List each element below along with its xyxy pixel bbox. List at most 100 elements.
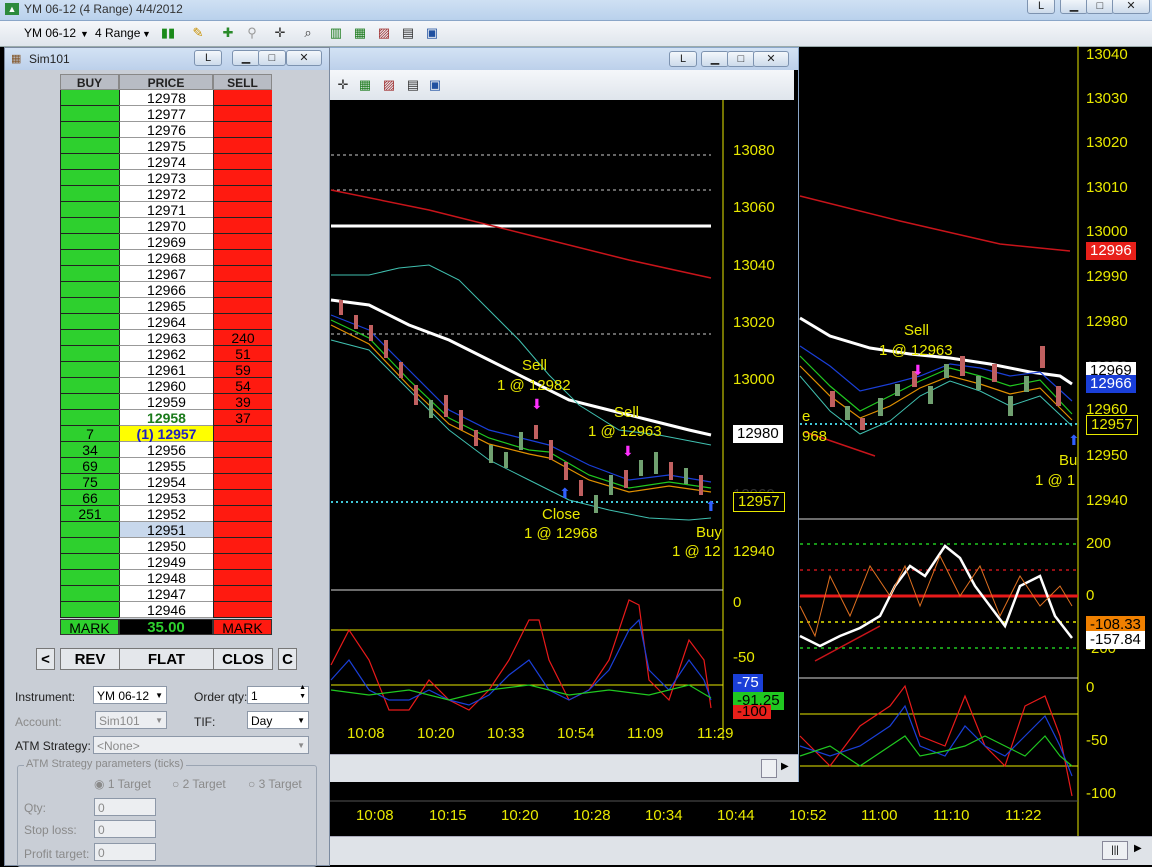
- scroll-right-icon[interactable]: ▶: [781, 761, 789, 772]
- buy-cell[interactable]: [60, 90, 119, 106]
- buy-market-button[interactable]: MARK: [60, 619, 119, 636]
- tif-select[interactable]: Day ▼: [247, 711, 309, 729]
- minimize-button[interactable]: ▁: [232, 50, 260, 66]
- maximize-button[interactable]: □: [727, 51, 755, 67]
- atm-strategy-select[interactable]: <None> ▼: [93, 736, 309, 754]
- chevron-down-icon[interactable]: ▼: [80, 29, 89, 39]
- sell-cell[interactable]: [213, 442, 272, 458]
- buy-cell[interactable]: [60, 122, 119, 138]
- stepper-icon[interactable]: ▲ ▼: [299, 683, 306, 701]
- sell-cell[interactable]: [213, 298, 272, 314]
- sell-cell[interactable]: [213, 554, 272, 570]
- sell-cell[interactable]: [213, 458, 272, 474]
- inner-scrollbar[interactable]: ▶: [329, 754, 798, 782]
- stop-loss-input[interactable]: 0: [94, 820, 156, 838]
- qty-input[interactable]: 0: [94, 798, 156, 816]
- sell-cell[interactable]: [213, 106, 272, 122]
- buy-cell[interactable]: [60, 570, 119, 586]
- sell-cell[interactable]: [213, 314, 272, 330]
- sell-cell[interactable]: 39: [213, 394, 272, 410]
- buy-cell[interactable]: [60, 298, 119, 314]
- back-scrollbar[interactable]: ||| ▶: [330, 836, 1152, 865]
- link-button[interactable]: L: [1027, 0, 1055, 14]
- crosshair-icon[interactable]: ✛: [272, 25, 288, 41]
- sell-cell[interactable]: [213, 602, 272, 618]
- sell-cell[interactable]: [213, 170, 272, 186]
- templates-icon[interactable]: ▤: [400, 25, 416, 41]
- sell-cell[interactable]: [213, 234, 272, 250]
- sell-cell[interactable]: [213, 138, 272, 154]
- buy-cell[interactable]: [60, 266, 119, 282]
- interval-selector[interactable]: 4 Range: [95, 26, 140, 40]
- maximize-button[interactable]: □: [1086, 0, 1114, 14]
- sell-cell[interactable]: [213, 474, 272, 490]
- buy-cell[interactable]: [60, 154, 119, 170]
- buy-cell[interactable]: [60, 362, 119, 378]
- sell-market-button[interactable]: MARK: [213, 619, 272, 636]
- center-button[interactable]: C: [278, 648, 297, 670]
- scroll-left-button[interactable]: <: [36, 648, 55, 670]
- sell-cell[interactable]: [213, 522, 272, 538]
- sell-cell[interactable]: 51: [213, 346, 272, 362]
- strategies-icon[interactable]: ▨: [376, 25, 392, 41]
- sell-cell[interactable]: 240: [213, 330, 272, 346]
- sell-cell[interactable]: 54: [213, 378, 272, 394]
- buy-cell[interactable]: [60, 394, 119, 410]
- properties-icon[interactable]: ▣: [427, 77, 443, 93]
- buy-cell[interactable]: 66: [60, 490, 119, 506]
- buy-cell[interactable]: [60, 170, 119, 186]
- bar-style-icon[interactable]: ▮▮: [160, 25, 176, 41]
- link-button[interactable]: L: [669, 51, 697, 67]
- zoom-out-icon[interactable]: ⚲: [244, 25, 260, 41]
- sell-cell[interactable]: [213, 538, 272, 554]
- crosshair-icon[interactable]: ✛: [335, 77, 351, 93]
- instrument-selector[interactable]: YM 06-12: [24, 26, 76, 40]
- buy-cell[interactable]: [60, 538, 119, 554]
- instrument-select[interactable]: YM 06-12 ▼: [93, 686, 167, 704]
- close-button[interactable]: ✕: [753, 51, 789, 67]
- reverse-button[interactable]: REV: [60, 648, 120, 670]
- minimize-button[interactable]: ▁: [701, 51, 729, 67]
- sell-cell[interactable]: [213, 282, 272, 298]
- buy-cell[interactable]: [60, 330, 119, 346]
- buy-cell[interactable]: 251: [60, 506, 119, 522]
- sell-cell[interactable]: [213, 490, 272, 506]
- sell-cell[interactable]: [213, 218, 272, 234]
- scrollbar-thumb[interactable]: |||: [1102, 841, 1128, 860]
- sell-cell[interactable]: 37: [213, 410, 272, 426]
- zoom-in-icon[interactable]: ✚: [220, 25, 236, 41]
- target1-radio[interactable]: ◉ 1 Target: [94, 777, 151, 791]
- buy-cell[interactable]: 7: [60, 426, 119, 442]
- close-button[interactable]: ✕: [1112, 0, 1150, 14]
- buy-cell[interactable]: 69: [60, 458, 119, 474]
- buy-cell[interactable]: [60, 586, 119, 602]
- flatten-button[interactable]: FLAT: [119, 648, 214, 670]
- account-select[interactable]: Sim101 ▼: [95, 711, 167, 729]
- buy-cell[interactable]: [60, 314, 119, 330]
- strategies-icon[interactable]: ▨: [381, 77, 397, 93]
- sell-cell[interactable]: [213, 202, 272, 218]
- properties-icon[interactable]: ▣: [424, 25, 440, 41]
- chevron-down-icon[interactable]: ▼: [142, 29, 151, 39]
- sell-cell[interactable]: [213, 570, 272, 586]
- magnifier-icon[interactable]: ⌕: [300, 25, 316, 41]
- buy-cell[interactable]: [60, 346, 119, 362]
- data-series-icon[interactable]: ▥: [328, 25, 344, 41]
- buy-cell[interactable]: [60, 522, 119, 538]
- sell-cell[interactable]: [213, 586, 272, 602]
- buy-cell[interactable]: 75: [60, 474, 119, 490]
- profit-target-input[interactable]: 0: [94, 843, 156, 861]
- indicators-icon[interactable]: ▦: [352, 25, 368, 41]
- sell-cell[interactable]: [213, 122, 272, 138]
- minimize-button[interactable]: ▁: [1060, 0, 1088, 14]
- sell-cell[interactable]: [213, 90, 272, 106]
- buy-cell[interactable]: [60, 106, 119, 122]
- sell-cell[interactable]: 59: [213, 362, 272, 378]
- indicators-icon[interactable]: ▦: [357, 77, 373, 93]
- sell-cell[interactable]: [213, 186, 272, 202]
- sell-cell[interactable]: [213, 506, 272, 522]
- buy-cell[interactable]: [60, 554, 119, 570]
- sell-cell[interactable]: [213, 250, 272, 266]
- close-position-button[interactable]: CLOS: [213, 648, 273, 670]
- buy-cell[interactable]: [60, 378, 119, 394]
